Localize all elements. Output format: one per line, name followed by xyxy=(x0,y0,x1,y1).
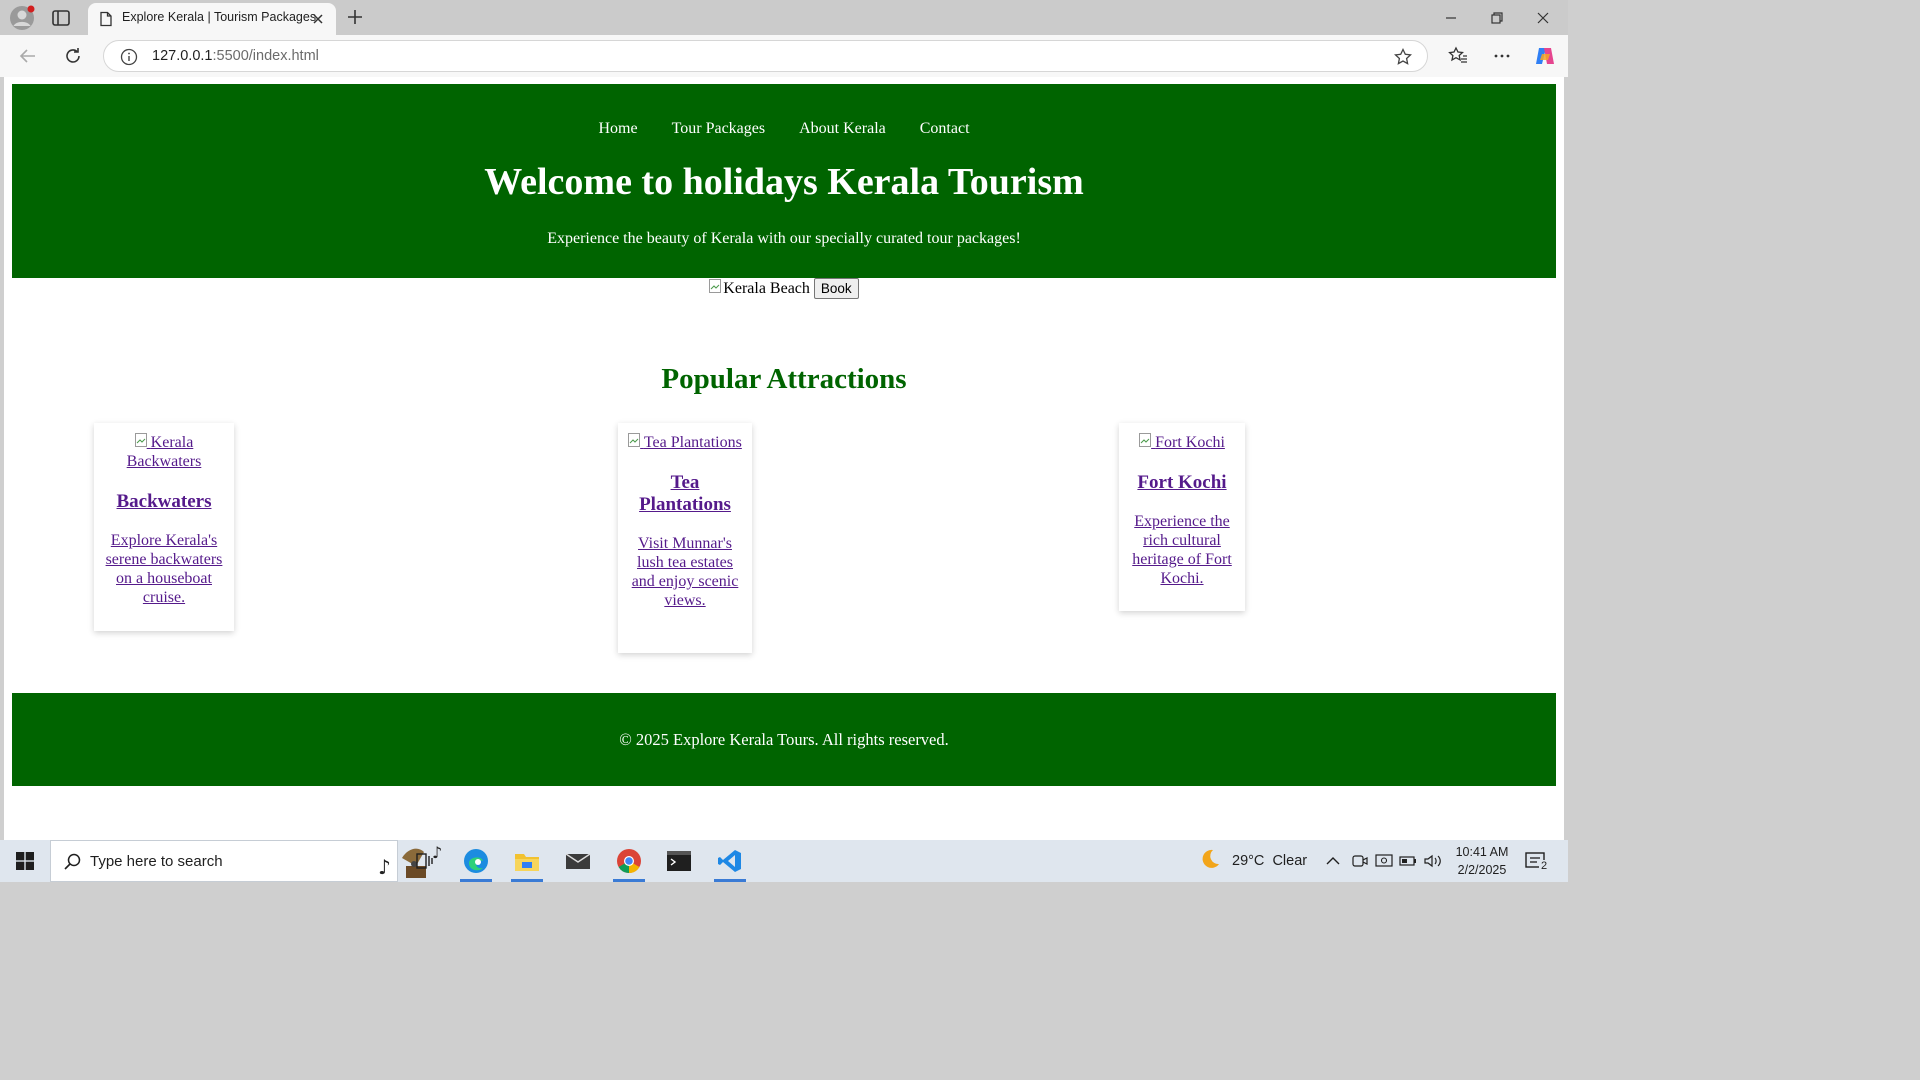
display-icon[interactable] xyxy=(1375,840,1393,882)
url-host: 127.0.0.1 xyxy=(152,48,213,64)
attraction-image-link[interactable]: Fort Kochi xyxy=(1129,433,1235,452)
broken-image-icon xyxy=(709,279,722,298)
hero-section: Kerala Beach Book xyxy=(4,278,1564,299)
url-path: :5500/index.html xyxy=(212,48,319,64)
copilot-icon[interactable] xyxy=(1533,44,1557,68)
new-tab-icon[interactable] xyxy=(345,7,365,27)
attraction-desc-link[interactable]: Visit Munnar's lush tea estates and enjo… xyxy=(632,535,739,609)
attraction-title-link[interactable]: Tea Plantations xyxy=(639,472,731,515)
volume-icon[interactable] xyxy=(1423,840,1443,882)
attraction-card-fort-kochi: Fort Kochi Fort Kochi Experience the ric… xyxy=(1119,423,1245,611)
profile-icon[interactable] xyxy=(9,5,35,31)
windows-start-icon[interactable] xyxy=(0,840,50,882)
weather-text: 29°C Clear xyxy=(1232,853,1308,869)
browser-tab-active[interactable]: Explore Kerala | Tourism Packages xyxy=(88,3,336,35)
nav-about-kerala[interactable]: About Kerala xyxy=(799,120,886,137)
broken-image-icon xyxy=(134,433,147,451)
site-footer: © 2025 Explore Kerala Tours. All rights … xyxy=(12,693,1556,786)
taskbar: Type here to search ♪ ♪ 29°C Clear 10:41… xyxy=(0,840,1568,882)
clock-time: 10:41 AM xyxy=(1455,845,1509,859)
svg-text:♪: ♪ xyxy=(378,855,391,879)
attraction-desc-link[interactable]: Experience the rich cultural heritage of… xyxy=(1132,513,1232,587)
file-explorer-icon[interactable] xyxy=(503,840,551,882)
attraction-card-backwaters: Kerala Backwaters Backwaters Explore Ker… xyxy=(94,423,234,631)
attractions-title: Popular Attractions xyxy=(661,363,907,395)
browser-toolbar: 127.0.0.1:5500/index.html xyxy=(0,35,1568,77)
address-bar[interactable]: 127.0.0.1:5500/index.html xyxy=(103,40,1428,72)
attraction-desc-link[interactable]: Explore Kerala's serene backwaters on a … xyxy=(106,532,223,606)
moon-icon xyxy=(1198,847,1222,875)
attraction-card-tea-plantations: Tea Plantations Tea Plantations Visit Mu… xyxy=(618,423,752,653)
hero-image: Kerala Beach xyxy=(709,279,810,298)
attraction-image-link[interactable]: Kerala Backwaters xyxy=(104,433,224,471)
attraction-title-link[interactable]: Fort Kochi xyxy=(1137,472,1226,493)
taskbar-search-box[interactable]: Type here to search ♪ ♪ xyxy=(50,840,442,882)
site-info-icon[interactable] xyxy=(120,48,138,66)
restore-icon[interactable] xyxy=(1474,0,1520,35)
chrome-icon[interactable] xyxy=(605,840,653,882)
search-icon xyxy=(63,852,83,872)
close-window-icon[interactable] xyxy=(1520,0,1566,35)
attraction-image-alt: Fort Kochi xyxy=(1155,434,1225,451)
browser-tab-strip: Explore Kerala | Tourism Packages xyxy=(0,0,1568,35)
main-nav: Home Tour Packages About Kerala Contact xyxy=(12,120,1556,138)
nav-tour-packages[interactable]: Tour Packages xyxy=(672,120,766,137)
hero-image-alt: Kerala Beach xyxy=(723,279,810,297)
more-menu-icon[interactable] xyxy=(1490,44,1514,68)
url-text: 127.0.0.1:5500/index.html xyxy=(152,48,319,64)
reload-icon[interactable] xyxy=(61,44,85,68)
site-header: Home Tour Packages About Kerala Contact … xyxy=(12,84,1556,278)
weather-widget[interactable]: 29°C Clear xyxy=(1198,840,1307,882)
notification-badge: 2 xyxy=(1539,860,1550,872)
battery-icon[interactable] xyxy=(1399,840,1417,882)
close-tab-icon[interactable] xyxy=(310,11,326,27)
nav-home[interactable]: Home xyxy=(598,120,637,137)
attraction-image-alt: Tea Plantations xyxy=(643,434,742,451)
attraction-title-link[interactable]: Backwaters xyxy=(117,491,212,512)
back-icon[interactable] xyxy=(16,44,40,68)
favorite-star-icon[interactable] xyxy=(1393,47,1413,67)
notification-center-icon[interactable]: 2 xyxy=(1524,840,1550,882)
nav-contact[interactable]: Contact xyxy=(920,120,970,137)
taskbar-clock[interactable]: 10:41 AM 2/2/2025 xyxy=(1444,843,1520,879)
page-tagline: Experience the beauty of Kerala with our… xyxy=(547,230,1021,247)
broken-image-icon xyxy=(1139,433,1152,451)
show-hidden-icons-icon[interactable] xyxy=(1325,840,1341,882)
edge-browser-icon[interactable] xyxy=(452,840,500,882)
clock-date: 2/2/2025 xyxy=(1457,863,1507,877)
page-title: Welcome to holidays Kerala Tourism xyxy=(484,161,1084,203)
terminal-icon[interactable] xyxy=(655,840,703,882)
tab-actions-icon[interactable] xyxy=(50,7,72,29)
mail-icon[interactable] xyxy=(554,840,602,882)
task-view-icon[interactable] xyxy=(400,840,448,882)
book-button[interactable]: Book xyxy=(813,278,859,299)
page-viewport: Home Tour Packages About Kerala Contact … xyxy=(4,77,1564,840)
vscode-icon[interactable] xyxy=(706,840,754,882)
page-icon xyxy=(98,11,114,27)
tab-title: Explore Kerala | Tourism Packages xyxy=(122,10,317,24)
footer-copyright: © 2025 Explore Kerala Tours. All rights … xyxy=(619,730,949,749)
search-placeholder: Type here to search xyxy=(90,853,223,870)
favorites-icon[interactable] xyxy=(1446,44,1470,68)
meet-now-icon[interactable] xyxy=(1351,840,1369,882)
broken-image-icon xyxy=(628,433,641,451)
attraction-image-link[interactable]: Tea Plantations xyxy=(628,433,742,452)
minimize-icon[interactable] xyxy=(1428,0,1474,35)
